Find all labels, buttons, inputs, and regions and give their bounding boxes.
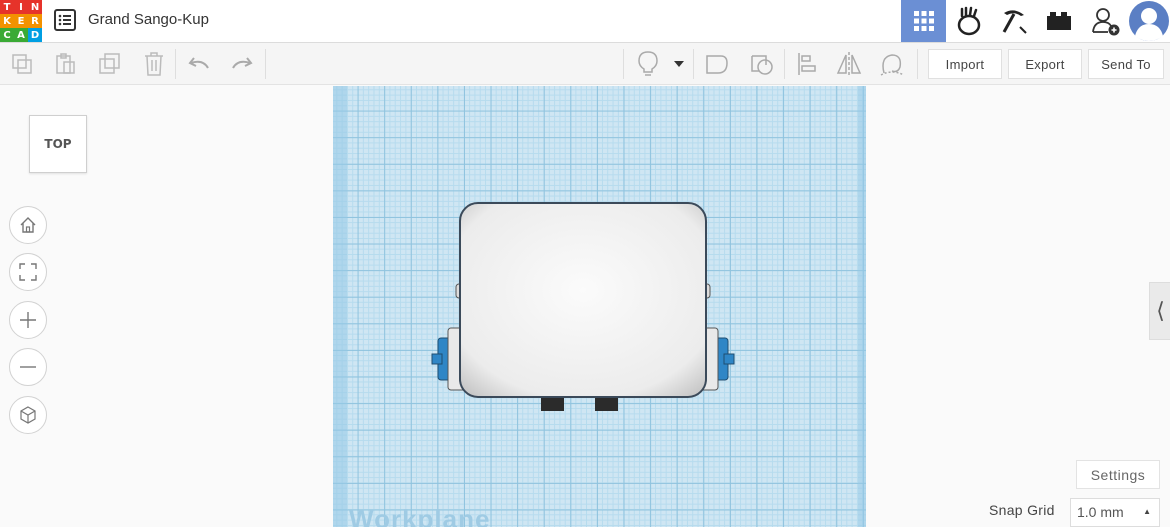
caret-up-icon: ▲ (1143, 507, 1151, 516)
redo-button[interactable] (228, 50, 256, 78)
invite-user-button[interactable] (1083, 0, 1128, 42)
ungroup-icon (751, 55, 773, 75)
shapes-panel-toggle[interactable]: ⟨ (1149, 282, 1170, 340)
pickaxe-icon (1002, 10, 1027, 34)
user-avatar[interactable] (1128, 0, 1170, 42)
zoom-in-button[interactable] (9, 301, 47, 339)
cube-icon (20, 406, 36, 424)
paste-icon (56, 53, 75, 74)
logo-letter: K (0, 14, 14, 28)
workplane-edge (858, 86, 866, 527)
user-avatar-icon (1129, 1, 1169, 41)
minus-icon (20, 366, 36, 368)
workplane-edge (333, 86, 347, 527)
3d-design-view-button[interactable] (901, 0, 946, 42)
send-to-button[interactable]: Send To (1088, 49, 1164, 79)
home-icon (20, 217, 36, 233)
light-options-dropdown[interactable] (668, 50, 690, 78)
group-icon (706, 55, 728, 74)
fit-view-button[interactable] (9, 253, 47, 291)
toolbar-separator (623, 49, 624, 79)
logo-letter: D (28, 28, 42, 42)
import-button[interactable]: Import (928, 49, 1002, 79)
snap-grid-select[interactable]: 1.0 mm ▲ (1070, 498, 1160, 527)
grid-view-icon (913, 11, 934, 31)
undo-button[interactable] (185, 50, 213, 78)
toolbar-separator (784, 49, 785, 79)
logo-letter: T (0, 0, 14, 14)
workplane-label: Workplane (349, 504, 491, 527)
cruise-button[interactable] (878, 50, 906, 78)
snap-grid-label: Snap Grid (989, 502, 1055, 518)
duplicate-icon (99, 53, 120, 74)
redo-icon (232, 57, 253, 69)
blocks-view-button[interactable] (946, 0, 991, 42)
project-title[interactable]: Grand Sango-Kup (88, 11, 209, 28)
design-list-button[interactable] (54, 9, 76, 31)
ungroup-button[interactable] (748, 50, 776, 78)
align-button[interactable] (793, 50, 821, 78)
fit-view-icon (19, 263, 37, 281)
home-view-button[interactable] (9, 206, 47, 244)
toolbar-separator (175, 49, 176, 79)
logo-letter: A (14, 28, 28, 42)
gallery-icon (957, 6, 980, 36)
group-button[interactable] (703, 50, 731, 78)
3d-model[interactable] (428, 198, 738, 418)
view-cube[interactable]: TOP (29, 115, 87, 173)
snap-grid-value: 1.0 mm (1077, 504, 1124, 520)
logo-letter: C (0, 28, 14, 42)
logo-letter: I (14, 0, 28, 14)
lightbulb-icon (638, 51, 658, 76)
logo-letter: E (14, 14, 28, 28)
list-icon (54, 9, 76, 31)
logo-letter: N (28, 0, 42, 14)
toolbar-separator (693, 49, 694, 79)
cruise-icon (880, 54, 905, 76)
bricks-view-button[interactable] (1036, 0, 1081, 42)
caret-down-icon (674, 61, 684, 67)
undo-icon (188, 57, 209, 69)
add-user-icon (1091, 8, 1119, 36)
plus-icon (20, 312, 36, 328)
copy-icon (12, 54, 32, 74)
tinkercad-logo[interactable]: TINKERCAD (0, 0, 42, 42)
top-header: TINKERCAD Grand Sango-Kup (0, 0, 1170, 43)
toolbar-separator (917, 49, 918, 79)
minecraft-view-button[interactable] (991, 0, 1036, 42)
settings-button[interactable]: Settings (1076, 460, 1160, 489)
main-enclosure[interactable] (459, 202, 707, 398)
copy-button[interactable] (8, 50, 36, 78)
align-icon (798, 53, 816, 75)
logo-letter: R (28, 14, 42, 28)
trash-icon (145, 52, 163, 76)
export-button[interactable]: Export (1008, 49, 1082, 79)
edit-toolbar: Import Export Send To (0, 43, 1170, 85)
bricks-icon (1046, 12, 1071, 30)
light-toggle-button[interactable] (634, 50, 662, 78)
mirror-button[interactable] (835, 50, 863, 78)
zoom-out-button[interactable] (9, 348, 47, 386)
mirror-icon (836, 52, 862, 76)
duplicate-button[interactable] (96, 50, 124, 78)
workplane[interactable]: Workplane (333, 86, 866, 527)
delete-button[interactable] (140, 50, 168, 78)
chevron-left-icon: ⟨ (1156, 298, 1165, 323)
toolbar-separator (265, 49, 266, 79)
orthographic-toggle-button[interactable] (9, 396, 47, 434)
paste-button[interactable] (51, 50, 79, 78)
